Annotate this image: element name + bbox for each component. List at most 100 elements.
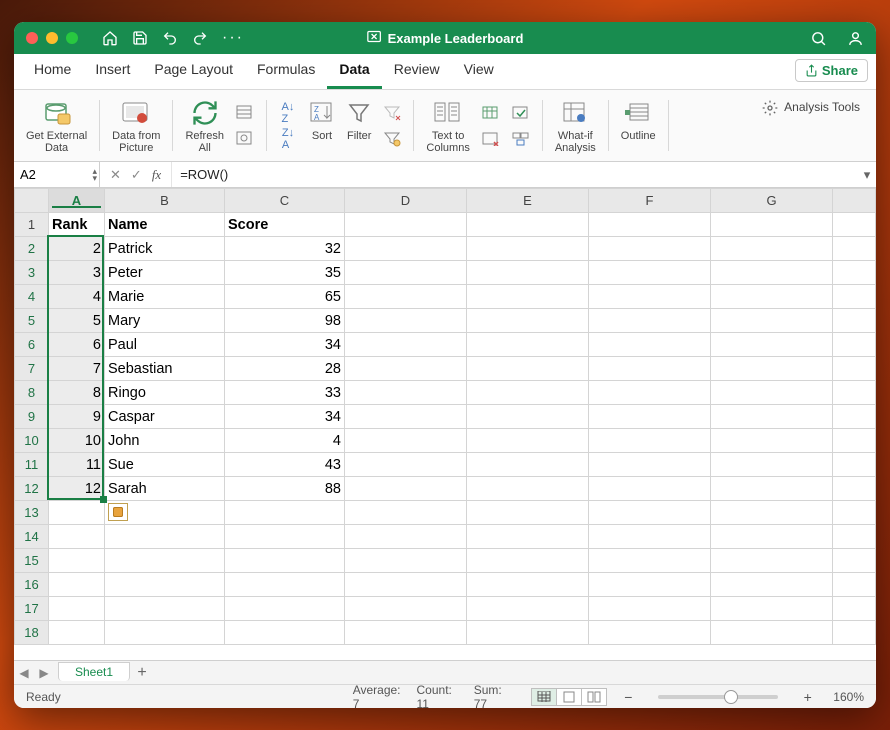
cell-F8[interactable] — [589, 381, 711, 405]
row-header-6[interactable]: 6 — [15, 333, 49, 357]
row-header-3[interactable]: 3 — [15, 261, 49, 285]
name-box[interactable]: A2 ▴▾ — [14, 162, 100, 187]
cell-B12[interactable]: Sarah — [105, 477, 225, 501]
cell-A13[interactable] — [49, 501, 105, 525]
view-normal-icon[interactable] — [531, 688, 557, 706]
cell-F18[interactable] — [589, 621, 711, 645]
cell-B3[interactable]: Peter — [105, 261, 225, 285]
cell-A2[interactable]: 2 — [49, 237, 105, 261]
cell-E18[interactable] — [467, 621, 589, 645]
cell-G15[interactable] — [711, 549, 833, 573]
cell-B6[interactable]: Paul — [105, 333, 225, 357]
cell-A4[interactable]: 4 — [49, 285, 105, 309]
cell-B4[interactable]: Marie — [105, 285, 225, 309]
cell-G9[interactable] — [711, 405, 833, 429]
cell-G8[interactable] — [711, 381, 833, 405]
cell-C1[interactable]: Score — [225, 213, 345, 237]
cell-B11[interactable]: Sue — [105, 453, 225, 477]
cell-G1[interactable] — [711, 213, 833, 237]
cell-F16[interactable] — [589, 573, 711, 597]
cell-E6[interactable] — [467, 333, 589, 357]
cell-E16[interactable] — [467, 573, 589, 597]
outline-button[interactable]: Outline — [615, 94, 662, 157]
cancel-formula-icon[interactable]: ✕ — [110, 167, 121, 183]
more-icon[interactable]: ··· — [222, 29, 244, 47]
cell-D10[interactable] — [345, 429, 467, 453]
row-header-13[interactable]: 13 — [15, 501, 49, 525]
cell-F5[interactable] — [589, 309, 711, 333]
cell-G16[interactable] — [711, 573, 833, 597]
cell-D8[interactable] — [345, 381, 467, 405]
row-header-18[interactable]: 18 — [15, 621, 49, 645]
cell-A10[interactable]: 10 — [49, 429, 105, 453]
filter-button[interactable]: Filter — [341, 94, 377, 157]
cell-E9[interactable] — [467, 405, 589, 429]
cell-C8[interactable]: 33 — [225, 381, 345, 405]
cell-G3[interactable] — [711, 261, 833, 285]
get-external-data-button[interactable]: Get External Data — [20, 94, 93, 157]
cell-G10[interactable] — [711, 429, 833, 453]
cell-C15[interactable] — [225, 549, 345, 573]
tab-data[interactable]: Data — [327, 55, 381, 89]
undo-icon[interactable] — [162, 30, 178, 46]
cell-D4[interactable] — [345, 285, 467, 309]
row-header-10[interactable]: 10 — [15, 429, 49, 453]
cell-B1[interactable]: Name — [105, 213, 225, 237]
cell-C17[interactable] — [225, 597, 345, 621]
cell-B5[interactable]: Mary — [105, 309, 225, 333]
cell-E2[interactable] — [467, 237, 589, 261]
cell-D18[interactable] — [345, 621, 467, 645]
fx-icon[interactable]: fx — [152, 167, 161, 183]
analysis-tools-button[interactable]: Analysis Tools — [752, 94, 870, 157]
cell-D17[interactable] — [345, 597, 467, 621]
add-sheet-button[interactable]: + — [130, 664, 154, 682]
search-icon[interactable] — [810, 30, 827, 47]
cell-C3[interactable]: 35 — [225, 261, 345, 285]
sheet-tab[interactable]: Sheet1 — [58, 662, 130, 681]
cell-B15[interactable] — [105, 549, 225, 573]
cell-F17[interactable] — [589, 597, 711, 621]
cell-F10[interactable] — [589, 429, 711, 453]
cell-E17[interactable] — [467, 597, 589, 621]
column-header-F[interactable]: F — [589, 189, 711, 213]
maximize-window-button[interactable] — [66, 32, 78, 44]
cell-C7[interactable]: 28 — [225, 357, 345, 381]
select-all-cell[interactable] — [15, 189, 49, 213]
formula-input[interactable]: =ROW() — [172, 162, 858, 187]
refresh-all-button[interactable]: Refresh All — [179, 94, 230, 157]
cell-D2[interactable] — [345, 237, 467, 261]
row-header-15[interactable]: 15 — [15, 549, 49, 573]
row-header-14[interactable]: 14 — [15, 525, 49, 549]
zoom-out-button[interactable]: − — [623, 689, 634, 705]
properties-icon[interactable] — [234, 128, 256, 150]
cell-C2[interactable]: 32 — [225, 237, 345, 261]
sheet-nav-next[interactable]: ▶ — [34, 666, 54, 680]
cell-F13[interactable] — [589, 501, 711, 525]
consolidate-icon[interactable] — [510, 128, 532, 150]
cell-A5[interactable]: 5 — [49, 309, 105, 333]
cell-A6[interactable]: 6 — [49, 333, 105, 357]
cell-B10[interactable]: John — [105, 429, 225, 453]
cell-C6[interactable]: 34 — [225, 333, 345, 357]
column-header-B[interactable]: B — [105, 189, 225, 213]
cell-A1[interactable]: Rank — [49, 213, 105, 237]
remove-duplicates-icon[interactable] — [480, 128, 502, 150]
tab-formulas[interactable]: Formulas — [245, 55, 327, 89]
cell-G2[interactable] — [711, 237, 833, 261]
sort-button[interactable]: ZA Sort — [303, 94, 341, 157]
save-icon[interactable] — [132, 30, 148, 46]
cell-C4[interactable]: 65 — [225, 285, 345, 309]
cell-F11[interactable] — [589, 453, 711, 477]
expand-formula-bar-icon[interactable]: ▾ — [858, 162, 876, 187]
cell-A14[interactable] — [49, 525, 105, 549]
cell-F3[interactable] — [589, 261, 711, 285]
cell-C14[interactable] — [225, 525, 345, 549]
accept-formula-icon[interactable]: ✓ — [131, 167, 142, 183]
cell-A8[interactable]: 8 — [49, 381, 105, 405]
cell-E14[interactable] — [467, 525, 589, 549]
cell-G6[interactable] — [711, 333, 833, 357]
text-to-columns-button[interactable]: Text to Columns — [420, 94, 475, 157]
cell-A18[interactable] — [49, 621, 105, 645]
column-header-C[interactable]: C — [225, 189, 345, 213]
cell-C12[interactable]: 88 — [225, 477, 345, 501]
